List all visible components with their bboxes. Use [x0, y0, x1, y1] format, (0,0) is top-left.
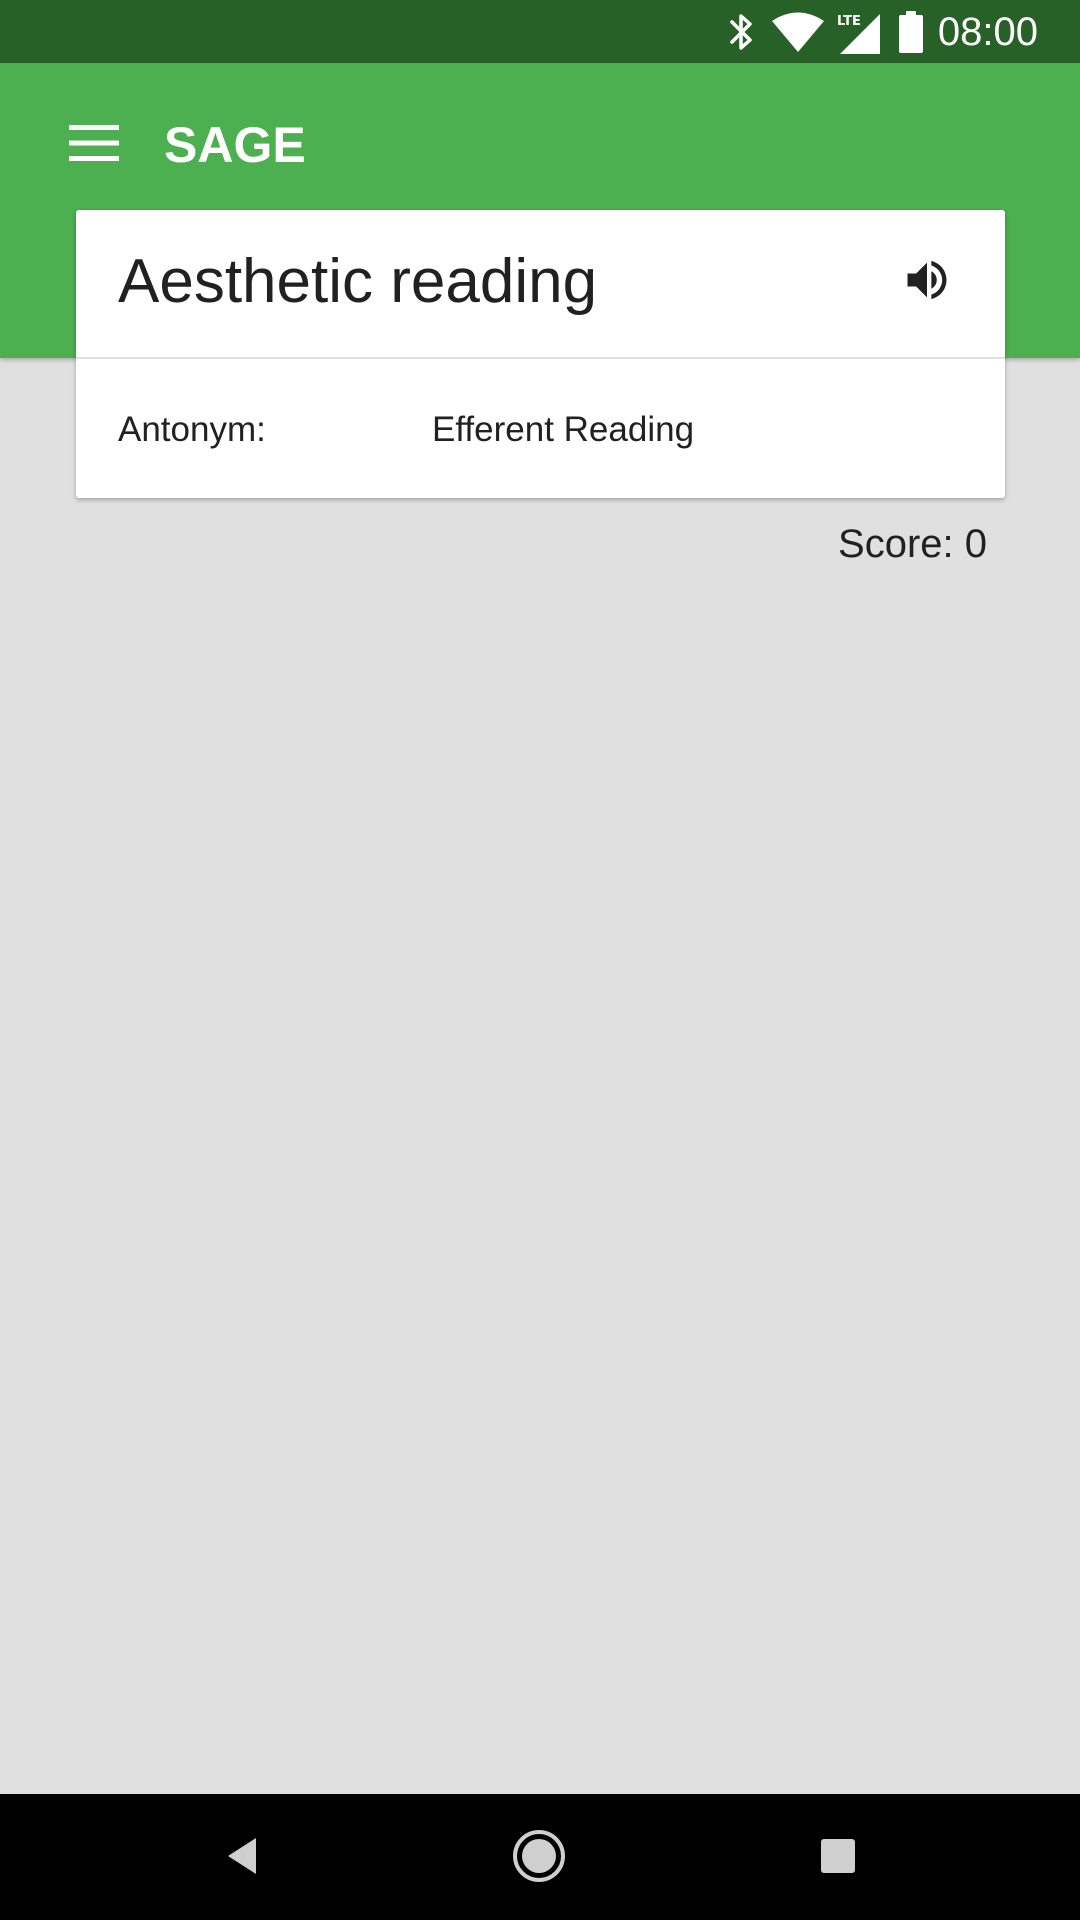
recents-button[interactable] [802, 1822, 874, 1894]
battery-icon [898, 10, 924, 54]
recents-icon [819, 1837, 857, 1880]
pronounce-button[interactable] [889, 244, 965, 320]
status-time: 08:00 [937, 10, 1038, 54]
back-button[interactable] [206, 1822, 278, 1894]
lte-label: LTE [837, 14, 861, 29]
bluetooth-icon [726, 10, 758, 54]
system-nav-bar [0, 1794, 1080, 1920]
score-text: Score: 0 [838, 522, 987, 566]
card-header: Aesthetic reading [76, 210, 1005, 359]
wifi-icon [772, 10, 824, 54]
term-title: Aesthetic reading [118, 247, 598, 316]
lte-signal-icon: LTE [836, 10, 880, 54]
home-button[interactable] [503, 1822, 575, 1894]
screen: LTE 08:00 SAGE Aesthetic reading Antonym… [0, 0, 1080, 1920]
menu-button[interactable] [52, 103, 136, 187]
term-card: Aesthetic reading Antonym: Efferent Read… [76, 210, 1005, 498]
relation-value: Efferent Reading [432, 410, 695, 449]
status-bar: LTE 08:00 [0, 0, 1080, 63]
home-icon [511, 1828, 567, 1889]
app-title: SAGE [164, 117, 306, 173]
hamburger-menu-icon [69, 124, 119, 166]
back-icon [222, 1834, 262, 1883]
speaker-volume-icon [901, 254, 953, 311]
relation-label: Antonym: [118, 410, 266, 449]
